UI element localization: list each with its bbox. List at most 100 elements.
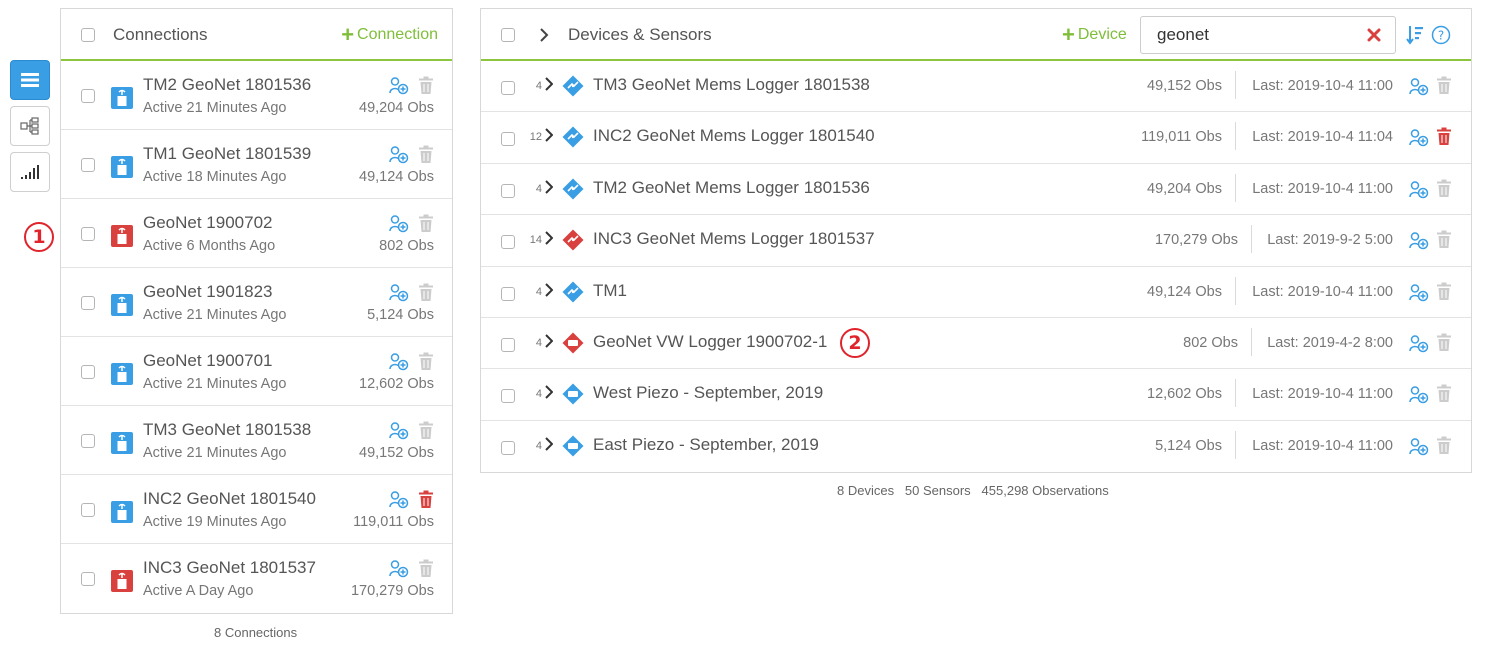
add-user-icon[interactable] bbox=[1409, 386, 1429, 409]
trash-icon[interactable] bbox=[418, 76, 434, 100]
connection-name[interactable]: TM2 GeoNet 1801536 bbox=[143, 75, 311, 95]
connection-row[interactable]: GeoNet 1900701 Active 21 Minutes Ago 12,… bbox=[61, 337, 452, 406]
device-row[interactable]: 4 TM2 GeoNet Mems Logger 1801536 49,204 … bbox=[481, 164, 1471, 216]
connection-name[interactable]: GeoNet 1900702 bbox=[143, 213, 273, 233]
device-checkbox[interactable] bbox=[501, 235, 515, 250]
select-all-connections-checkbox[interactable] bbox=[81, 28, 95, 42]
connection-checkbox[interactable] bbox=[81, 365, 95, 379]
connection-name[interactable]: TM3 GeoNet 1801538 bbox=[143, 420, 311, 440]
connection-row[interactable]: INC3 GeoNet 1801537 Active A Day Ago 170… bbox=[61, 544, 452, 613]
device-row[interactable]: 4 GeoNet VW Logger 1900702-1 802 Obs Las… bbox=[481, 318, 1471, 370]
connection-row[interactable]: GeoNet 1901823 Active 21 Minutes Ago 5,1… bbox=[61, 268, 452, 337]
expand-chevron-icon[interactable] bbox=[544, 385, 553, 400]
connection-checkbox[interactable] bbox=[81, 296, 95, 310]
trash-icon[interactable] bbox=[418, 421, 434, 445]
trash-icon[interactable] bbox=[1436, 282, 1452, 306]
expand-chevron-icon[interactable] bbox=[544, 128, 553, 143]
select-all-devices-checkbox[interactable] bbox=[501, 28, 515, 42]
trash-icon[interactable] bbox=[1436, 127, 1452, 151]
add-device-button[interactable]: + Device bbox=[1062, 24, 1127, 46]
trash-icon[interactable] bbox=[418, 214, 434, 238]
add-user-icon[interactable] bbox=[389, 146, 409, 169]
connection-row[interactable]: GeoNet 1900702 Active 6 Months Ago 802 O… bbox=[61, 199, 452, 268]
device-checkbox[interactable] bbox=[501, 337, 515, 352]
device-checkbox[interactable] bbox=[501, 132, 515, 147]
device-checkbox[interactable] bbox=[501, 286, 515, 301]
trash-icon[interactable] bbox=[418, 283, 434, 307]
device-checkbox[interactable] bbox=[501, 183, 515, 198]
help-icon[interactable]: ? bbox=[1431, 25, 1451, 45]
device-checkbox[interactable] bbox=[501, 440, 515, 455]
add-user-icon[interactable] bbox=[389, 491, 409, 514]
tree-view-button[interactable] bbox=[10, 106, 50, 146]
expand-chevron-icon[interactable] bbox=[544, 282, 553, 297]
trash-icon[interactable] bbox=[418, 490, 434, 514]
clear-search-icon[interactable] bbox=[1367, 28, 1381, 42]
add-user-icon[interactable] bbox=[1409, 437, 1429, 461]
device-name[interactable]: TM2 GeoNet Mems Logger 1801536 bbox=[593, 178, 870, 198]
device-name[interactable]: TM1 bbox=[593, 281, 627, 301]
add-user-icon[interactable] bbox=[389, 422, 409, 445]
device-name[interactable]: INC3 GeoNet Mems Logger 1801537 bbox=[593, 229, 875, 249]
connection-checkbox[interactable] bbox=[81, 89, 95, 103]
list-view-button[interactable] bbox=[10, 60, 50, 100]
trash-icon[interactable] bbox=[418, 145, 434, 169]
connection-row[interactable]: TM3 GeoNet 1801538 Active 21 Minutes Ago… bbox=[61, 406, 452, 475]
add-user-icon[interactable] bbox=[1409, 129, 1429, 152]
trash-icon[interactable] bbox=[1436, 384, 1452, 408]
device-search-input[interactable] bbox=[1155, 24, 1355, 46]
device-row[interactable]: 4 TM3 GeoNet Mems Logger 1801538 49,152 … bbox=[481, 61, 1471, 113]
add-user-icon[interactable] bbox=[389, 284, 409, 307]
expand-chevron-icon[interactable] bbox=[544, 180, 553, 194]
connection-checkbox[interactable] bbox=[81, 503, 95, 517]
device-name[interactable]: West Piezo - September, 2019 bbox=[593, 383, 823, 403]
device-name[interactable]: TM3 GeoNet Mems Logger 1801538 bbox=[593, 75, 870, 95]
device-row[interactable]: 12 INC2 GeoNet Mems Logger 1801540 119,0… bbox=[481, 112, 1471, 164]
trash-icon[interactable] bbox=[1436, 436, 1452, 460]
trash-icon[interactable] bbox=[418, 559, 434, 583]
expand-chevron-icon[interactable] bbox=[544, 231, 553, 245]
trash-icon[interactable] bbox=[1436, 179, 1452, 203]
device-row[interactable]: 4 West Piezo - September, 2019 12,602 Ob… bbox=[481, 369, 1471, 421]
connection-name[interactable]: TM1 GeoNet 1801539 bbox=[143, 144, 311, 164]
device-row[interactable]: 4 East Piezo - September, 2019 5,124 Obs… bbox=[481, 421, 1471, 472]
connection-row[interactable]: INC2 GeoNet 1801540 Active 19 Minutes Ag… bbox=[61, 475, 452, 544]
device-name[interactable]: GeoNet VW Logger 1900702-1 bbox=[593, 332, 827, 352]
expand-all-chevron-icon[interactable] bbox=[539, 28, 549, 42]
trash-icon[interactable] bbox=[1436, 333, 1452, 357]
sort-icon[interactable] bbox=[1406, 25, 1424, 45]
device-checkbox[interactable] bbox=[501, 81, 515, 95]
trash-icon[interactable] bbox=[418, 352, 434, 376]
add-user-icon[interactable] bbox=[1409, 232, 1429, 255]
expand-chevron-icon[interactable] bbox=[544, 77, 553, 91]
signal-view-button[interactable] bbox=[10, 152, 50, 192]
connection-checkbox[interactable] bbox=[81, 227, 95, 241]
add-user-icon[interactable] bbox=[389, 560, 409, 583]
add-user-icon[interactable] bbox=[389, 77, 409, 100]
add-user-icon[interactable] bbox=[1409, 283, 1429, 307]
device-row[interactable]: 14 INC3 GeoNet Mems Logger 1801537 170,2… bbox=[481, 215, 1471, 267]
expand-chevron-icon[interactable] bbox=[544, 437, 553, 451]
device-checkbox[interactable] bbox=[501, 389, 515, 404]
connection-checkbox[interactable] bbox=[81, 434, 95, 448]
device-name[interactable]: East Piezo - September, 2019 bbox=[593, 435, 819, 455]
trash-icon[interactable] bbox=[1436, 230, 1452, 254]
add-user-icon[interactable] bbox=[1409, 78, 1429, 101]
connection-checkbox[interactable] bbox=[81, 158, 95, 172]
add-user-icon[interactable] bbox=[1409, 181, 1429, 204]
connection-row[interactable]: TM2 GeoNet 1801536 Active 21 Minutes Ago… bbox=[61, 61, 452, 130]
trash-icon[interactable] bbox=[1436, 76, 1452, 100]
device-row[interactable]: 4 TM1 49,124 Obs Last: 2019-10-4 11:00 bbox=[481, 267, 1471, 318]
add-connection-button[interactable]: + Connection bbox=[341, 24, 438, 46]
device-name[interactable]: INC2 GeoNet Mems Logger 1801540 bbox=[593, 126, 875, 146]
connection-row[interactable]: TM1 GeoNet 1801539 Active 18 Minutes Ago… bbox=[61, 130, 452, 199]
connection-name[interactable]: GeoNet 1900701 bbox=[143, 351, 273, 371]
connection-checkbox[interactable] bbox=[81, 572, 95, 586]
add-user-icon[interactable] bbox=[389, 215, 409, 238]
connection-name[interactable]: GeoNet 1901823 bbox=[143, 282, 273, 302]
connection-name[interactable]: INC3 GeoNet 1801537 bbox=[143, 558, 316, 578]
expand-chevron-icon[interactable] bbox=[544, 334, 553, 348]
add-user-icon[interactable] bbox=[389, 353, 409, 376]
add-user-icon[interactable] bbox=[1409, 335, 1429, 358]
connection-name[interactable]: INC2 GeoNet 1801540 bbox=[143, 489, 316, 509]
